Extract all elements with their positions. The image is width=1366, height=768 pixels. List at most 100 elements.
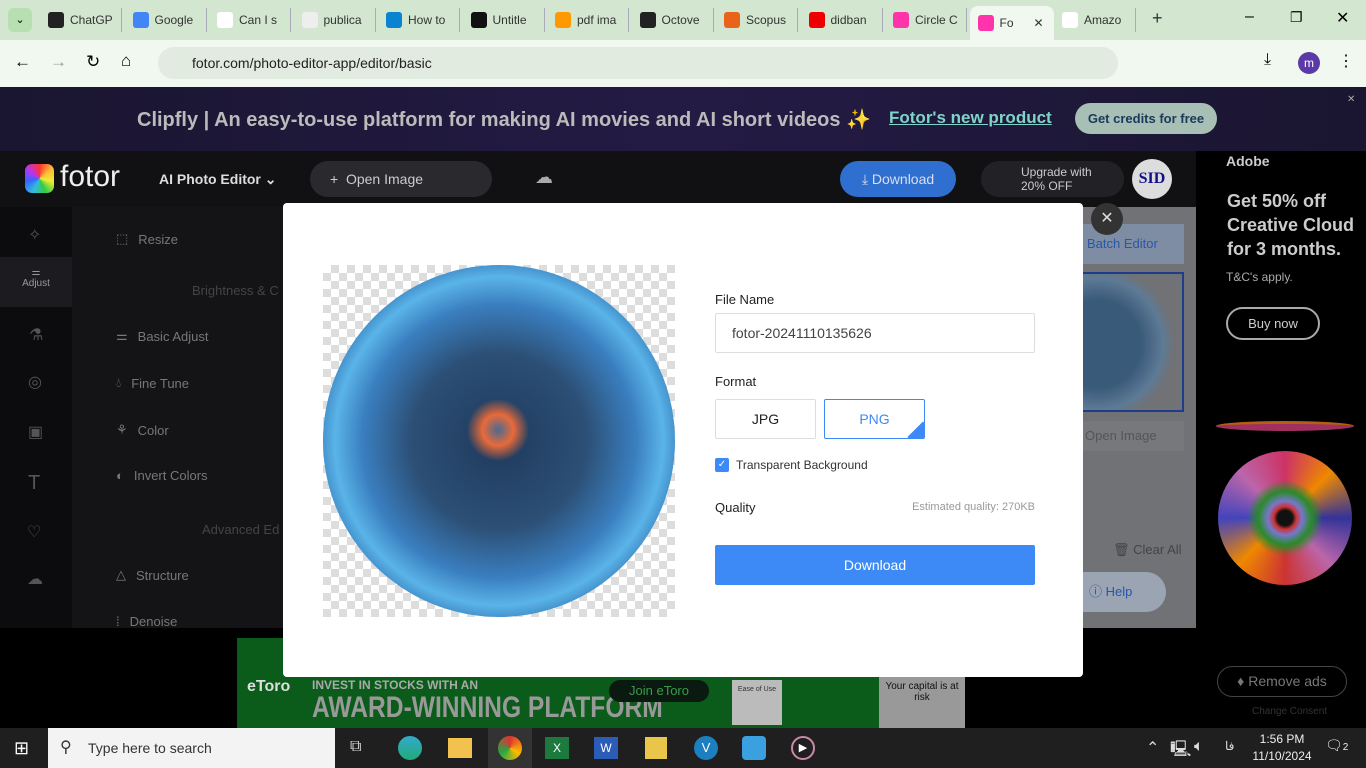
menu-icon[interactable]: ⋮: [1338, 51, 1354, 71]
denoise-item[interactable]: ⁞ Denoise: [116, 614, 177, 629]
open-image-side-button[interactable]: Open Image: [1075, 421, 1184, 451]
browser-tab[interactable]: Amazo: [1054, 8, 1136, 32]
risk-box: Your capital is at risk: [879, 677, 965, 728]
ai-tools-icon[interactable]: ✧: [28, 225, 41, 245]
excel-icon[interactable]: X: [545, 737, 569, 759]
frame-icon[interactable]: ▣: [28, 422, 43, 442]
fotor-icon: [977, 15, 994, 31]
maximize-button[interactable]: ❐: [1290, 9, 1303, 26]
color-item[interactable]: ⚘ Color: [116, 422, 169, 438]
batch-editor-button[interactable]: Batch Editor: [1075, 224, 1184, 264]
tab-title: Octove: [661, 13, 700, 27]
taskbar-search[interactable]: Type here to search ⚲: [48, 728, 335, 768]
structure-item[interactable]: △ Structure: [116, 567, 189, 583]
tool-app-icon[interactable]: [645, 737, 667, 759]
fotor-logo: fotor: [60, 160, 121, 193]
back-icon[interactable]: ←: [14, 52, 31, 72]
reload-icon[interactable]: ↻: [86, 52, 100, 72]
elements-icon[interactable]: ♡: [27, 522, 41, 542]
volume-icon[interactable]: 🔈︎: [1194, 738, 1204, 756]
browser-tab[interactable]: publica: [294, 8, 376, 32]
cloud-icon[interactable]: ☁: [535, 167, 553, 188]
upload-icon[interactable]: ☁: [27, 569, 43, 589]
remove-ads-button[interactable]: ♦ Remove ads: [1217, 666, 1347, 697]
close-window-button[interactable]: ✕: [1336, 8, 1349, 28]
task-view-icon[interactable]: ⧉: [350, 738, 361, 756]
untitled-icon: [470, 12, 487, 28]
side-ad: Adobe Get 50% off Creative Cloud for 3 m…: [1196, 151, 1366, 728]
minimize-button[interactable]: –: [1245, 8, 1254, 26]
fotor-logo-icon: [25, 164, 54, 193]
file-name-input[interactable]: [715, 313, 1035, 353]
basic-adjust-item[interactable]: ⚌ Basic Adjust: [116, 328, 208, 344]
browser-tab[interactable]: Untitle: [463, 8, 545, 32]
home-icon[interactable]: ⌂: [121, 51, 131, 71]
browser-tab[interactable]: Octove: [632, 8, 714, 32]
upgrade-button[interactable]: Upgrade with 20% OFF: [981, 161, 1124, 197]
fine-tune-item[interactable]: 💧︎ Fine Tune: [116, 375, 189, 391]
browser-tab[interactable]: Google: [125, 8, 207, 32]
avatar[interactable]: SID: [1132, 159, 1172, 199]
notifications-icon[interactable]: 🗨︎2: [1325, 737, 1348, 754]
browser-tab[interactable]: Can I s: [209, 8, 291, 32]
eye-icon[interactable]: ◎: [28, 372, 42, 392]
browser-tab[interactable]: didban: [801, 8, 883, 32]
tray-chevron-icon[interactable]: ⌃: [1146, 738, 1159, 758]
tab-search-button[interactable]: ⌄: [8, 8, 32, 32]
url-input[interactable]: fotor.com/photo-editor-app/editor/basic: [158, 47, 1118, 79]
promo-banner: Clipfly | An easy-to-use platform for ma…: [0, 87, 1366, 151]
download-icon[interactable]: ⤓: [1264, 51, 1271, 69]
browser-tab[interactable]: Fo ✕: [969, 6, 1054, 40]
download-button[interactable]: Download: [715, 545, 1035, 585]
format-jpg[interactable]: JPG: [715, 399, 816, 439]
media-player-icon[interactable]: ▶: [791, 736, 815, 760]
profile-avatar[interactable]: m: [1298, 52, 1320, 74]
modal-close-button[interactable]: ✕: [1091, 203, 1123, 235]
format-png[interactable]: PNG: [824, 399, 925, 439]
quality-label: Quality: [715, 500, 756, 515]
header-download-button[interactable]: ⤓ Download: [840, 161, 956, 197]
resize-item[interactable]: ⬚ Resize: [116, 231, 178, 247]
buy-now-button[interactable]: Buy now: [1226, 307, 1320, 340]
new-tab-button[interactable]: +: [1152, 8, 1163, 29]
rail-adjust[interactable]: ⚌ Adjust: [0, 257, 72, 307]
close-tab-icon[interactable]: ✕: [1034, 16, 1044, 30]
triangle-icon: △: [116, 567, 126, 582]
language-indicator[interactable]: فا: [1225, 739, 1234, 753]
search-icon: ⚲: [60, 739, 72, 756]
text-icon[interactable]: T: [28, 472, 40, 495]
vpn-icon[interactable]: V: [694, 736, 718, 760]
editor-menu[interactable]: AI Photo Editor ⌄: [159, 171, 277, 188]
get-credits-button[interactable]: Get credits for free: [1075, 103, 1217, 134]
clock[interactable]: 1:56 PM 11/10/2024: [1252, 731, 1312, 765]
help-button[interactable]: ⓘ Help: [1079, 572, 1166, 612]
word-icon[interactable]: W: [594, 737, 618, 759]
network-icon[interactable]: 🖳︎: [1170, 738, 1191, 765]
browser-tab[interactable]: Scopus: [716, 8, 798, 32]
thumbnail[interactable]: [1075, 272, 1184, 412]
close-banner-icon[interactable]: ✕: [1347, 94, 1355, 105]
browser-tab[interactable]: ChatGP: [40, 8, 122, 32]
windows-start-icon[interactable]: ⊞: [14, 738, 29, 759]
forward-icon[interactable]: →: [50, 52, 67, 72]
browser-tab[interactable]: Circle C: [885, 8, 967, 32]
transparent-bg-checkbox[interactable]: ✓ Transparent Background: [715, 458, 868, 472]
tab-title: Circle C: [915, 13, 958, 27]
edge-icon[interactable]: [398, 736, 422, 760]
invert-item[interactable]: ◐ Invert Colors: [116, 468, 208, 483]
change-consent-link[interactable]: Change Consent: [1252, 706, 1327, 717]
file-explorer-icon[interactable]: [448, 738, 472, 758]
browser-tab[interactable]: How to: [378, 8, 460, 32]
join-etoro-button[interactable]: Join eToro: [609, 680, 709, 702]
tab-title: Amazo: [1084, 13, 1122, 27]
banner-link[interactable]: Fotor's new product: [889, 108, 1052, 128]
open-image-button[interactable]: + Open Image: [310, 161, 492, 197]
tab-title: Fo: [999, 16, 1014, 30]
browser-tab[interactable]: pdf ima: [547, 8, 629, 32]
clear-all-button[interactable]: 🗑︎ Clear All: [1113, 542, 1182, 558]
photos-icon[interactable]: [742, 736, 766, 760]
tab-title: Scopus: [746, 13, 787, 27]
beauty-icon[interactable]: ⚗: [29, 325, 43, 345]
estimated-quality: Estimated quality: 270KB: [912, 501, 1035, 513]
chrome-icon[interactable]: [488, 728, 532, 768]
